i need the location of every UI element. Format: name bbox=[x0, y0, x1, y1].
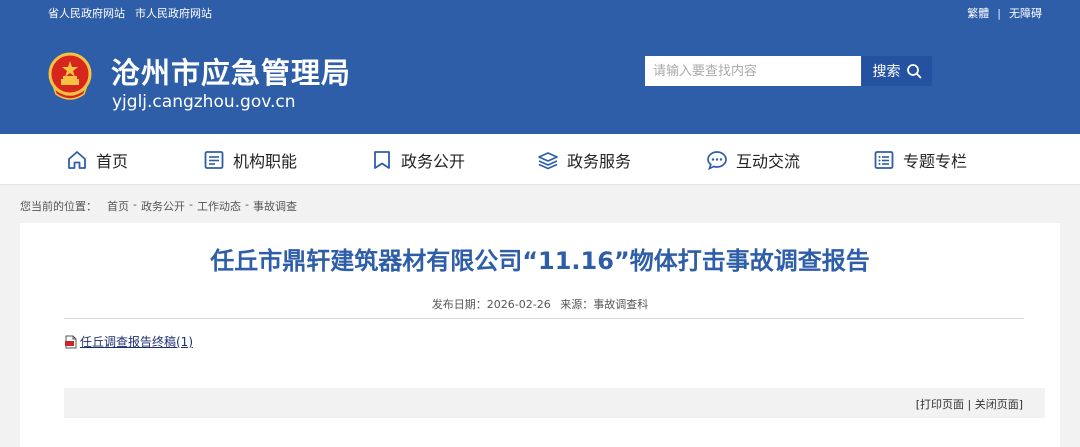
nav-item-gov-affairs-open[interactable]: 政务公开 bbox=[371, 147, 465, 173]
breadcrumb-label: 您当前的位置： bbox=[20, 200, 97, 213]
traditional-chinese-link[interactable]: 繁體 bbox=[967, 5, 989, 21]
breadcrumb: 您当前的位置： 首页 - 政务公开 - 工作动态 - 事故调查 bbox=[20, 198, 297, 214]
page-toolbar: [打印页面 | 关闭页面] bbox=[64, 388, 1045, 418]
attachment-link[interactable]: 任丘调查报告终稿(1) bbox=[80, 333, 193, 350]
top-bar: 省人民政府网站 市人民政府网站 繁體 | 无障碍 bbox=[0, 0, 1080, 24]
publish-date: 发布日期：2026-02-26 bbox=[431, 298, 551, 311]
article-title: 任丘市鼎轩建筑器材有限公司“11.16”物体打击事故调查报告 bbox=[210, 247, 870, 275]
main-nav: 首页 机构职能 政务公开 政务服务 互动交流 专题专栏 bbox=[0, 134, 1080, 185]
accessibility-link[interactable]: 无障碍 bbox=[1009, 5, 1042, 21]
top-separator: | bbox=[997, 6, 1001, 20]
pdf-icon bbox=[65, 335, 77, 348]
city-gov-link[interactable]: 市人民政府网站 bbox=[135, 5, 212, 21]
search-button-label: 搜索 bbox=[872, 64, 901, 80]
layers-icon bbox=[538, 152, 558, 170]
attachment: 任丘调查报告终稿(1) bbox=[64, 333, 193, 350]
nav-label: 机构职能 bbox=[233, 152, 298, 171]
bracket-close: ] bbox=[1018, 398, 1023, 411]
article-source: 来源：事故调查科 bbox=[560, 298, 649, 311]
document-icon bbox=[204, 151, 224, 169]
breadcrumb-work-news[interactable]: 工作动态 bbox=[197, 198, 241, 214]
search-button[interactable]: 搜索 bbox=[862, 56, 932, 86]
list-icon bbox=[874, 151, 894, 169]
bookmark-icon bbox=[374, 151, 390, 169]
home-icon bbox=[68, 151, 86, 169]
top-links-left: 省人民政府网站 市人民政府网站 bbox=[48, 5, 212, 21]
breadcrumb-separator: - bbox=[244, 198, 249, 211]
article-meta: 发布日期：2026-02-26 来源：事故调查科 bbox=[20, 296, 1060, 312]
nav-item-organization[interactable]: 机构职能 bbox=[203, 147, 297, 173]
print-page-link[interactable]: 打印页面 bbox=[920, 398, 964, 411]
nav-item-home[interactable]: 首页 bbox=[66, 147, 128, 173]
article-container: 任丘市鼎轩建筑器材有限公司“11.16”物体打击事故调查报告 发布日期：2026… bbox=[20, 223, 1060, 447]
divider bbox=[64, 318, 1024, 319]
nav-item-special-topics[interactable]: 专题专栏 bbox=[873, 147, 967, 173]
breadcrumb-accident-investigation[interactable]: 事故调查 bbox=[253, 198, 297, 214]
province-gov-link[interactable]: 省人民政府网站 bbox=[48, 5, 125, 21]
national-emblem-icon bbox=[48, 52, 92, 100]
nav-label: 首页 bbox=[96, 152, 129, 171]
top-links-right: 繁體 | 无障碍 bbox=[967, 5, 1042, 21]
toolbar-actions: [打印页面 | 关闭页面] bbox=[916, 396, 1023, 412]
search-icon bbox=[906, 64, 921, 79]
breadcrumb-home[interactable]: 首页 bbox=[107, 198, 129, 214]
site-header: 省人民政府网站 市人民政府网站 繁體 | 无障碍 沧州市应急管理局 yjglj.… bbox=[0, 0, 1080, 134]
close-page-link[interactable]: 关闭页面 bbox=[975, 398, 1019, 411]
nav-label: 政务公开 bbox=[401, 152, 466, 171]
breadcrumb-separator: - bbox=[133, 198, 137, 211]
breadcrumb-gov-affairs-open[interactable]: 政务公开 bbox=[141, 198, 185, 214]
nav-label: 专题专栏 bbox=[903, 152, 968, 171]
chat-icon bbox=[707, 151, 727, 171]
search-input[interactable] bbox=[645, 56, 861, 86]
nav-item-interaction[interactable]: 互动交流 bbox=[706, 147, 800, 173]
site-title: 沧州市应急管理局 bbox=[111, 56, 352, 90]
nav-item-gov-services[interactable]: 政务服务 bbox=[537, 147, 631, 173]
toolbar-separator: | bbox=[964, 398, 975, 411]
nav-label: 互动交流 bbox=[736, 152, 801, 171]
breadcrumb-separator: - bbox=[188, 198, 193, 211]
nav-label: 政务服务 bbox=[567, 152, 632, 171]
site-domain: yjglj.cangzhou.gov.cn bbox=[112, 92, 296, 112]
